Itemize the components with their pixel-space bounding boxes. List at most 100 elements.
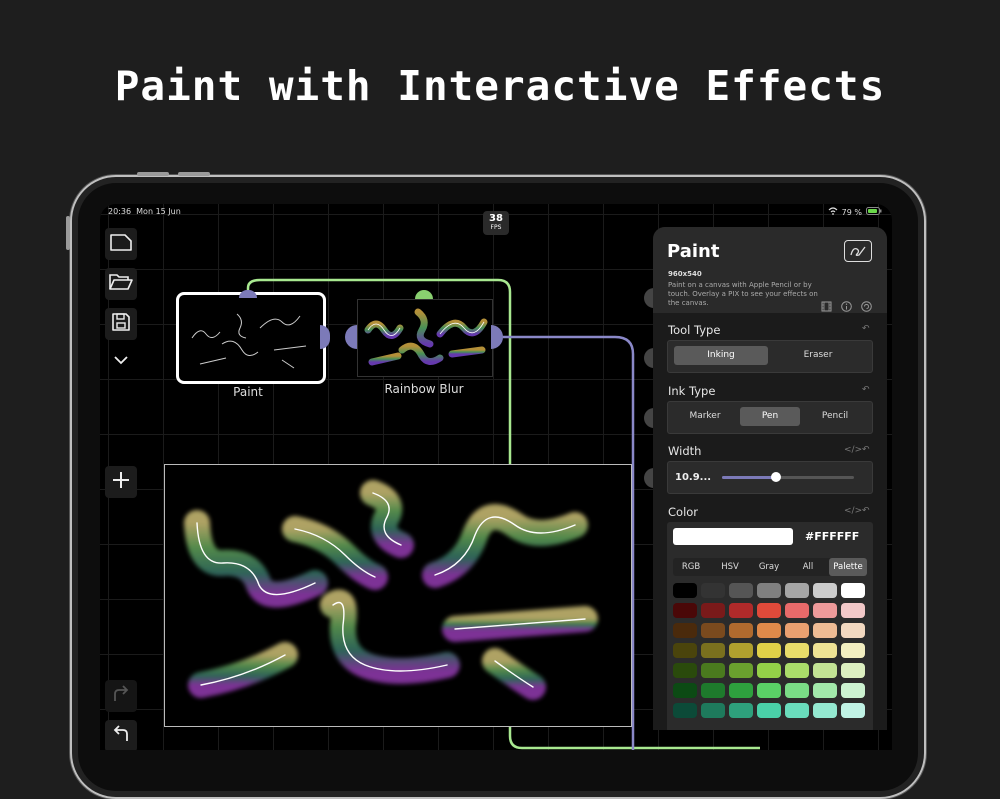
color-hex-value[interactable]: #FFFFFF <box>805 530 859 543</box>
palette-swatch[interactable] <box>841 683 865 698</box>
palette-swatch[interactable] <box>841 603 865 618</box>
palette-swatch[interactable] <box>813 583 837 598</box>
ink-type-pencil[interactable]: Pencil <box>804 407 866 426</box>
palette-swatch[interactable] <box>757 703 781 718</box>
palette-swatch[interactable] <box>785 583 809 598</box>
width-value[interactable]: 10.9... <box>675 472 711 483</box>
color-tab-gray[interactable]: Gray <box>751 558 787 576</box>
reset-icon[interactable]: ↶ <box>862 506 870 516</box>
palette-swatch[interactable] <box>701 683 725 698</box>
reset-icon[interactable]: ↶ <box>862 385 870 395</box>
palette-swatch[interactable] <box>757 583 781 598</box>
color-tab-rgb[interactable]: RGB <box>673 558 709 576</box>
code-icon[interactable]: </> <box>844 445 862 455</box>
palette-swatch[interactable] <box>701 623 725 638</box>
palette-swatch[interactable] <box>785 643 809 658</box>
palette-swatch[interactable] <box>701 603 725 618</box>
palette-swatch[interactable] <box>841 623 865 638</box>
parameter-panel: Paint 960x540 Paint on a canvas with App… <box>653 227 887 730</box>
code-icon[interactable]: </> <box>844 506 862 516</box>
paint-node-thumbnail <box>191 313 307 369</box>
palette-swatch[interactable] <box>729 703 753 718</box>
palette-swatch[interactable] <box>701 583 725 598</box>
reset-icon[interactable]: ↶ <box>862 324 870 334</box>
palette-swatch[interactable] <box>673 663 697 678</box>
palette-swatch[interactable] <box>785 603 809 618</box>
palette-swatch[interactable] <box>757 663 781 678</box>
palette-swatch[interactable] <box>729 643 753 658</box>
power-button <box>66 216 70 250</box>
palette-swatch[interactable] <box>841 643 865 658</box>
palette-swatch[interactable] <box>813 683 837 698</box>
ink-type-pen[interactable]: Pen <box>740 407 800 426</box>
palette-swatch[interactable] <box>729 623 753 638</box>
palette-swatch[interactable] <box>701 703 725 718</box>
palette-swatch[interactable] <box>785 683 809 698</box>
palette-swatch[interactable] <box>813 623 837 638</box>
color-tab-hsv[interactable]: HSV <box>712 558 748 576</box>
palette-swatch[interactable] <box>841 703 865 718</box>
palette-swatch[interactable] <box>757 623 781 638</box>
palette-swatch[interactable] <box>841 663 865 678</box>
palette-swatch[interactable] <box>729 583 753 598</box>
tool-type-segmented: Inking Eraser <box>667 340 873 373</box>
ink-type-label: Ink Type <box>668 384 716 398</box>
tool-type-eraser[interactable]: Eraser <box>771 346 865 365</box>
paint-input-pin[interactable] <box>239 290 257 298</box>
palette-swatch[interactable] <box>785 623 809 638</box>
palette-swatch[interactable] <box>673 683 697 698</box>
palette-swatch[interactable] <box>813 703 837 718</box>
width-label: Width <box>668 444 702 458</box>
volume-button <box>178 172 210 176</box>
palette-swatch[interactable] <box>813 663 837 678</box>
palette-swatch[interactable] <box>729 603 753 618</box>
ink-type-marker[interactable]: Marker <box>674 407 736 426</box>
width-slider-track[interactable] <box>722 472 854 482</box>
palette-swatch[interactable] <box>701 663 725 678</box>
paint-node[interactable] <box>176 292 326 384</box>
palette-swatch[interactable] <box>757 603 781 618</box>
palette-grid <box>673 583 867 730</box>
palette-swatch[interactable] <box>729 663 753 678</box>
palette-swatch[interactable] <box>673 623 697 638</box>
palette-swatch[interactable] <box>701 643 725 658</box>
palette-swatch[interactable] <box>813 643 837 658</box>
panel-title: Paint <box>667 241 720 262</box>
film-icon[interactable] <box>821 297 832 316</box>
output-viewer[interactable] <box>164 464 632 727</box>
tool-type-label: Tool Type <box>668 323 721 337</box>
panel-description: Paint on a canvas with Apple Pencil or b… <box>668 281 818 307</box>
color-tab-palette[interactable]: Palette <box>829 558 867 576</box>
color-label: Color <box>668 505 699 519</box>
color-tab-all[interactable]: All <box>790 558 826 576</box>
rainbow-blur-node-label: Rainbow Blur <box>384 382 464 396</box>
paint-node-icon <box>844 240 872 262</box>
palette-swatch[interactable] <box>673 643 697 658</box>
palette-swatch[interactable] <box>673 583 697 598</box>
palette-swatch[interactable] <box>757 683 781 698</box>
palette-swatch[interactable] <box>673 703 697 718</box>
rainbow-blur-thumbnail <box>364 308 488 366</box>
volume-button <box>137 172 169 176</box>
palette-swatch[interactable] <box>813 603 837 618</box>
palette-swatch[interactable] <box>729 683 753 698</box>
headline: Paint with Interactive Effects <box>114 62 886 110</box>
ink-type-segmented: Marker Pen Pencil <box>667 401 873 434</box>
palette-swatch[interactable] <box>785 663 809 678</box>
reset-all-icon[interactable] <box>861 297 872 316</box>
tool-type-inking[interactable]: Inking <box>674 346 768 365</box>
width-control: 10.9... <box>667 461 873 494</box>
palette-swatch[interactable] <box>673 603 697 618</box>
info-icon[interactable] <box>841 297 852 316</box>
rainbow-blur-node[interactable] <box>357 299 493 377</box>
palette-swatch[interactable] <box>757 643 781 658</box>
palette-swatch[interactable] <box>785 703 809 718</box>
width-slider-fill <box>722 476 777 479</box>
paint-node-label: Paint <box>233 385 263 399</box>
palette-swatch[interactable] <box>841 583 865 598</box>
width-slider-thumb[interactable] <box>771 472 782 482</box>
color-preview-swatch[interactable] <box>673 528 793 545</box>
app-screen: 20:36 Mon 15 Jun 79 % 38 FPS Paint Rainb… <box>100 204 892 750</box>
panel-resolution: 960x540 <box>668 270 702 278</box>
reset-icon[interactable]: ↶ <box>862 445 870 455</box>
